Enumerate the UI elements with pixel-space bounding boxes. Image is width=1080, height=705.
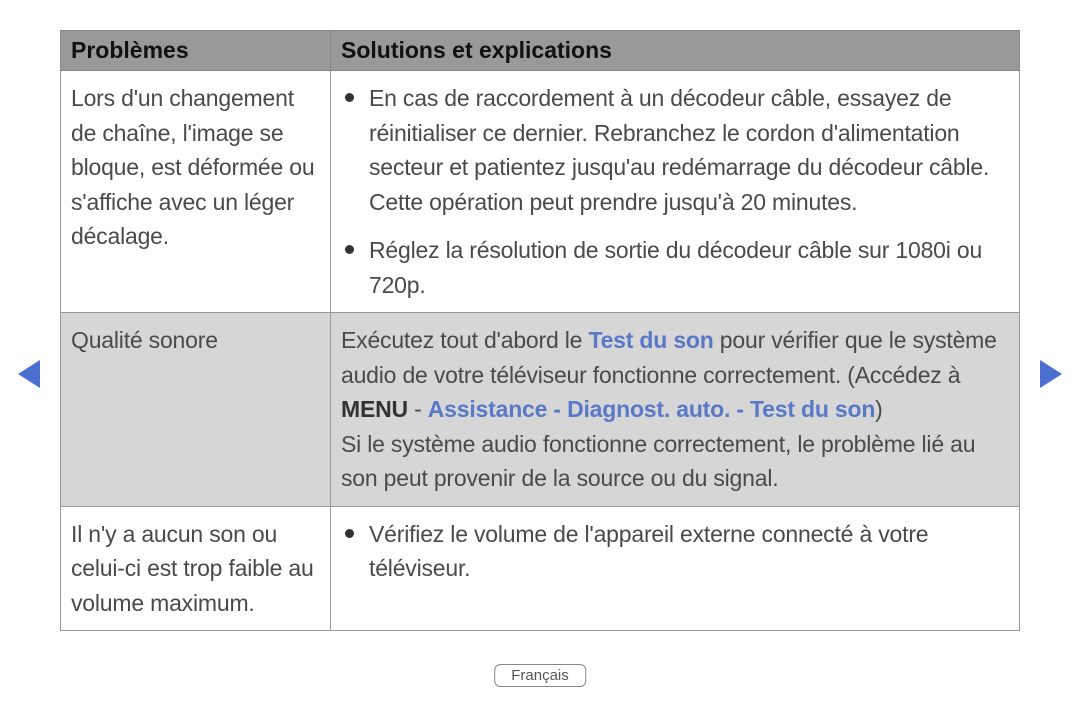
solution-text: Si le système audio fonctionne correctem…	[341, 427, 1007, 496]
highlight-menu-path: Assistance - Diagnost. auto. - Test du s…	[428, 396, 875, 422]
troubleshooting-page: Problèmes Solutions et explications Lors…	[60, 30, 1020, 631]
solution-cell: Vérifiez le volume de l'appareil externe…	[331, 506, 1020, 631]
solution-text: -	[408, 396, 428, 422]
header-problems: Problèmes	[61, 31, 331, 71]
problem-cell: Lors d'un changement de chaîne, l'image …	[61, 71, 331, 313]
table-row: Il n'y a aucun son ou celui-ci est trop …	[61, 506, 1020, 631]
solution-bullet: Réglez la résolution de sortie du décode…	[369, 233, 1007, 302]
table-row: Qualité sonore Exécutez tout d'abord le …	[61, 313, 1020, 507]
chevron-left-icon	[18, 360, 40, 388]
header-solutions: Solutions et explications	[331, 31, 1020, 71]
solution-text: Exécutez tout d'abord le	[341, 327, 588, 353]
problem-cell: Il n'y a aucun son ou celui-ci est trop …	[61, 506, 331, 631]
solution-text: )	[875, 396, 882, 422]
problem-cell: Qualité sonore	[61, 313, 331, 507]
prev-page-arrow[interactable]	[18, 360, 40, 396]
highlight-sound-test: Test du son	[588, 327, 713, 353]
next-page-arrow[interactable]	[1040, 360, 1062, 396]
chevron-right-icon	[1040, 360, 1062, 388]
highlight-menu: MENU	[341, 396, 408, 422]
solution-cell: En cas de raccordement à un décodeur câb…	[331, 71, 1020, 313]
language-indicator: Français	[494, 664, 586, 687]
troubleshooting-table: Problèmes Solutions et explications Lors…	[60, 30, 1020, 631]
solution-bullet: En cas de raccordement à un décodeur câb…	[369, 81, 1007, 219]
solution-cell: Exécutez tout d'abord le Test du son pou…	[331, 313, 1020, 507]
solution-bullet: Vérifiez le volume de l'appareil externe…	[369, 517, 1007, 586]
table-row: Lors d'un changement de chaîne, l'image …	[61, 71, 1020, 313]
